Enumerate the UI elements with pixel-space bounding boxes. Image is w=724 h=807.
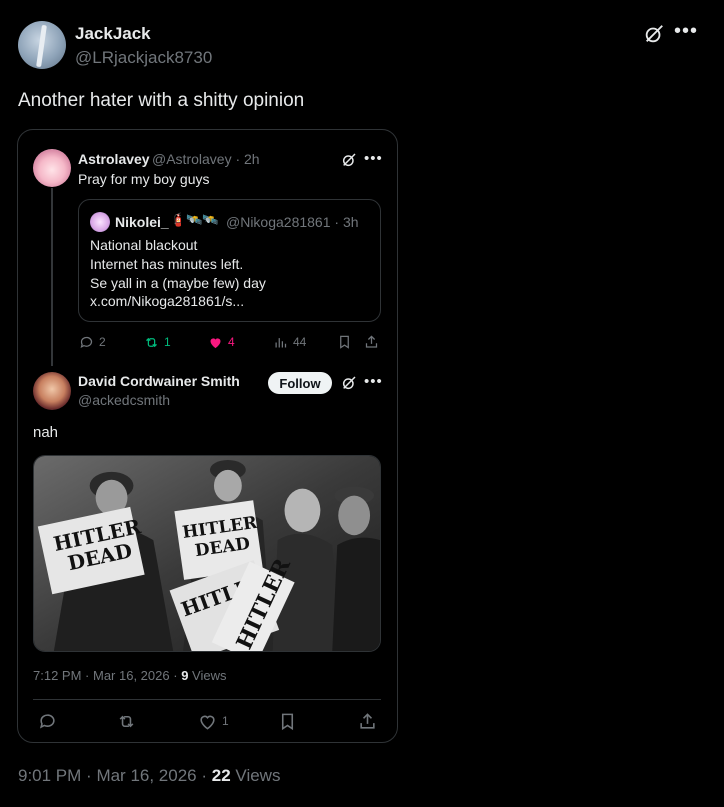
share-icon [360,712,375,729]
heart-filled-icon [210,337,221,348]
repost-button[interactable]: 1 [144,334,171,350]
author-handle[interactable]: @ackedcsmith [78,392,170,408]
avatar [90,212,110,232]
author-handle[interactable]: @LRjackjack8730 [75,48,212,68]
more-options-icon[interactable]: ••• [364,150,383,167]
author-handle: @Nikoga281861 · 3h [226,214,359,230]
author-name[interactable]: David Cordwainer Smith [78,373,240,389]
analytics-icon [275,337,287,347]
author-handle[interactable]: @Astrolavey · 2h [152,151,260,167]
post-time: 7:12 PM [33,668,82,683]
bookmark-button[interactable] [278,711,297,731]
reply-icon [80,336,93,348]
quote-link[interactable]: x.com/Nikoga281861/s... [90,293,244,309]
quote-line: Se yall in a (maybe few) day [90,275,266,291]
post-text: nah [33,424,59,441]
author-name: Nikolei_ [115,214,169,230]
avatar[interactable] [18,21,66,69]
quote-line: Internet has minutes left. [90,256,244,272]
views-label: Views [235,766,281,785]
repost-button[interactable] [117,711,136,731]
like-count: 1 [222,714,229,728]
like-button[interactable]: 4 [208,334,235,350]
views-count: 44 [293,335,307,349]
reply-count: 2 [99,335,106,349]
tweet-text: Another hater with a shitty opinion [18,90,305,111]
post-timestamp[interactable]: 7:12 PM · Mar 16, 2026 · 9 Views [33,668,227,683]
quote-line: National blackout [90,237,198,253]
thread-connector [51,188,53,366]
views-count: 22 [211,766,231,785]
follow-button[interactable]: Follow [268,372,332,394]
grok-icon[interactable] [643,23,665,45]
name-emojis: 🧯🛰️🛰️ [170,212,219,227]
repost-icon [119,715,134,727]
bookmark-icon[interactable] [337,334,352,350]
reply-button[interactable]: 2 [79,334,106,350]
post-image[interactable]: HITLER DEAD HITLER DEAD HITLE HITLER [33,455,381,652]
views-label: Views [192,668,227,683]
more-options-icon[interactable]: ••• [674,20,698,43]
author-name[interactable]: JackJack [75,24,151,44]
newspaper-photo: HITLER DEAD HITLER DEAD HITLE HITLER [34,456,380,651]
post-text: Pray for my boy guys [78,171,210,187]
share-button[interactable] [358,711,377,731]
reply-button[interactable] [38,711,57,731]
heart-icon [200,715,215,730]
share-icon[interactable] [364,334,379,350]
post-date: Mar 16, 2026 [96,766,197,785]
author-name[interactable]: Astrolavey [78,151,150,167]
like-count: 4 [228,335,235,349]
post-date: Mar 16, 2026 [93,668,170,683]
like-button[interactable]: 1 [198,711,229,731]
repost-icon [146,337,157,347]
views-count: 9 [181,668,189,683]
post-time: 9:01 PM [18,766,82,785]
avatar[interactable] [33,149,71,187]
divider [33,699,381,700]
more-options-icon[interactable]: ••• [364,373,383,390]
avatar[interactable] [33,372,71,410]
repost-count: 1 [164,335,171,349]
grok-icon[interactable] [341,375,357,391]
reply-icon [39,713,55,729]
views-button[interactable]: 44 [273,334,306,350]
grok-icon[interactable] [341,152,357,168]
post-timestamp[interactable]: 9:01 PM · Mar 16, 2026 · 22 Views [18,766,280,786]
bookmark-icon [281,713,294,730]
